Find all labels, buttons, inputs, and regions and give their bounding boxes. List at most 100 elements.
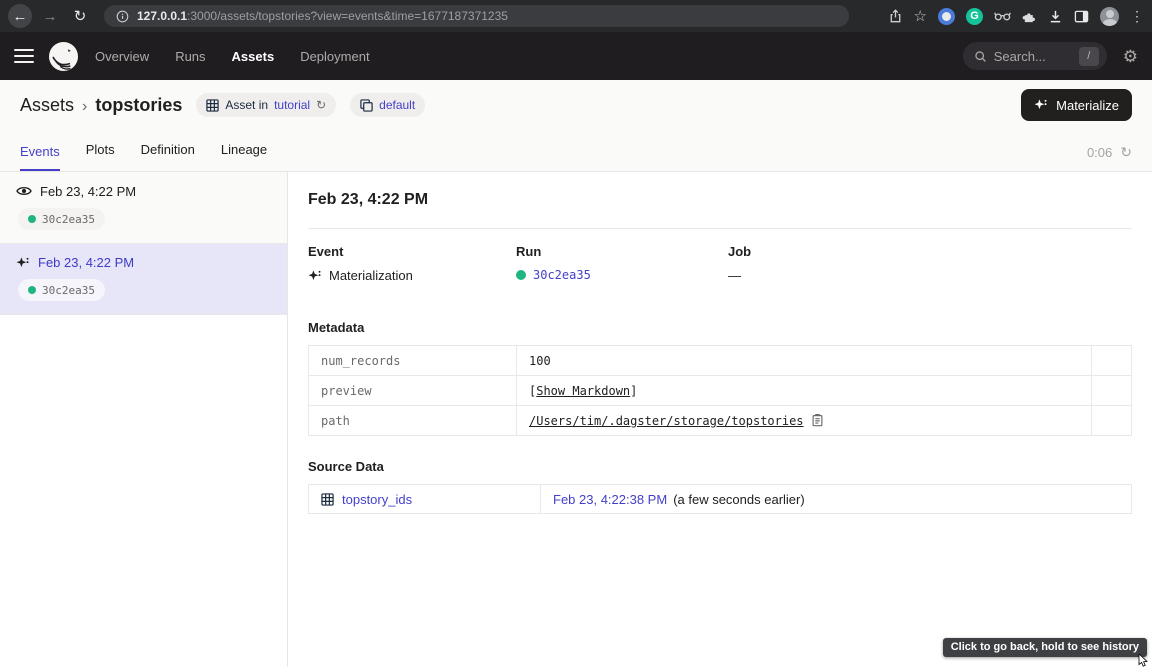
search-shortcut-badge: / <box>1079 47 1099 66</box>
site-info-icon[interactable] <box>116 10 129 23</box>
materialization-sparkle-icon <box>308 269 322 283</box>
metadata-extra-cell <box>1092 406 1132 436</box>
event-timestamp: Feb 23, 4:22 PM <box>40 184 136 199</box>
dagster-logo-icon[interactable] <box>48 41 79 72</box>
divider <box>308 228 1132 229</box>
tutorial-group-link[interactable]: tutorial <box>274 98 310 112</box>
search-icon <box>974 50 987 63</box>
eye-icon <box>16 183 32 199</box>
browser-menu-icon[interactable]: ⋮ <box>1130 8 1144 25</box>
materialize-button-label: Materialize <box>1056 98 1119 113</box>
password-extension-icon[interactable] <box>938 8 955 25</box>
nav-item-overview[interactable]: Overview <box>95 49 149 64</box>
browser-reload-button[interactable]: ↻ <box>68 4 92 28</box>
run-id-link[interactable]: 30c2ea35 <box>533 268 591 282</box>
browser-toolbar-icons: ☆ G ⋮ <box>888 7 1144 26</box>
source-data-table: topstory_ids Feb 23, 4:22:38 PM(a few se… <box>308 484 1132 514</box>
run-id-pill[interactable]: 30c2ea35 <box>18 208 105 230</box>
metadata-key: preview <box>309 376 517 406</box>
tab-plots[interactable]: Plots <box>86 142 115 171</box>
materialize-button[interactable]: Materialize <box>1021 89 1132 121</box>
source-time-cell: Feb 23, 4:22:38 PM(a few seconds earlier… <box>541 485 1132 514</box>
event-detail-panel: Feb 23, 4:22 PM Event Materialization Ru… <box>288 172 1152 667</box>
metadata-heading: Metadata <box>308 320 1132 335</box>
asset-page-header: Assets › topstories Asset in tutorial ↻ de… <box>0 80 1152 130</box>
metadata-extra-cell <box>1092 376 1132 406</box>
download-icon[interactable] <box>1048 9 1063 24</box>
primary-nav: Overview Runs Assets Deployment <box>95 49 370 64</box>
extensions-puzzle-icon[interactable] <box>1022 9 1037 24</box>
tab-lineage[interactable]: Lineage <box>221 142 267 171</box>
url-host: 127.0.0.1 <box>137 9 187 23</box>
source-time-link[interactable]: Feb 23, 4:22:38 PM <box>553 492 667 507</box>
side-panel-icon[interactable] <box>1074 9 1089 24</box>
table-row: path /Users/tim/.dagster/storage/topstor… <box>309 406 1132 436</box>
table-row: num_records 100 <box>309 346 1132 376</box>
browser-profile-avatar[interactable] <box>1100 7 1119 26</box>
bracket-close: ] <box>630 384 637 398</box>
event-timestamp: Feb 23, 4:22 PM <box>38 255 134 270</box>
copy-stack-icon <box>360 99 373 112</box>
url-text: 127.0.0.1:3000/assets/topstories?view=ev… <box>137 9 508 23</box>
share-icon[interactable] <box>888 9 903 24</box>
browser-address-bar[interactable]: 127.0.0.1:3000/assets/topstories?view=ev… <box>104 5 849 27</box>
job-value: — <box>728 268 741 283</box>
metadata-value: 100 <box>517 346 1092 376</box>
metadata-extra-cell <box>1092 346 1132 376</box>
app-navbar: Overview Runs Assets Deployment / ⚙ <box>0 32 1152 80</box>
run-status-dot <box>516 270 526 280</box>
source-asset-link[interactable]: topstory_ids <box>342 492 412 507</box>
nav-item-runs[interactable]: Runs <box>175 49 205 64</box>
code-location-badge[interactable]: default <box>350 93 425 117</box>
path-link[interactable]: /Users/tim/.dagster/storage/topstories <box>529 414 804 428</box>
nav-item-assets[interactable]: Assets <box>232 49 275 64</box>
nav-item-deployment[interactable]: Deployment <box>300 49 369 64</box>
hamburger-menu-icon[interactable] <box>14 49 34 64</box>
page-title: topstories <box>95 95 182 115</box>
table-row: topstory_ids Feb 23, 4:22:38 PM(a few se… <box>309 485 1132 514</box>
refresh-icon[interactable]: ↻ <box>1120 144 1132 161</box>
asset-tabs: Events Plots Definition Lineage 0:06 ↻ <box>0 130 1152 172</box>
default-location-link[interactable]: default <box>379 98 415 112</box>
run-field-label: Run <box>516 244 728 259</box>
event-list-item-materialization[interactable]: Feb 23, 4:22 PM 30c2ea35 <box>0 244 287 315</box>
badge-refresh-icon[interactable]: ↻ <box>316 98 326 112</box>
bookmark-star-icon[interactable]: ☆ <box>914 7 927 25</box>
mouse-cursor <box>1138 654 1150 667</box>
search-input[interactable] <box>994 49 1072 64</box>
event-type-value: Materialization <box>329 268 413 283</box>
browser-back-button[interactable]: ← <box>8 4 32 28</box>
timer-value: 0:06 <box>1087 145 1112 160</box>
url-path: :3000/assets/topstories?view=events&time… <box>187 9 508 23</box>
tab-events[interactable]: Events <box>20 144 60 171</box>
browser-chrome: ← → ↻ 127.0.0.1:3000/assets/topstories?v… <box>0 0 1152 32</box>
grammarly-extension-icon[interactable]: G <box>966 8 983 25</box>
breadcrumb: Assets › topstories <box>20 95 182 116</box>
run-status-dot <box>28 286 36 294</box>
event-list-item-observation[interactable]: Feb 23, 4:22 PM 30c2ea35 <box>0 172 287 244</box>
table-grid-icon <box>321 493 334 506</box>
metadata-key: num_records <box>309 346 517 376</box>
settings-gear-icon[interactable]: ⚙ <box>1123 48 1138 65</box>
goggles-extension-icon[interactable] <box>994 10 1011 22</box>
asset-group-badge[interactable]: Asset in tutorial ↻ <box>196 93 336 117</box>
copy-path-icon[interactable] <box>811 413 824 427</box>
run-id-label: 30c2ea35 <box>42 213 95 226</box>
breadcrumb-assets-link[interactable]: Assets <box>20 95 74 115</box>
global-search[interactable]: / <box>963 42 1107 70</box>
source-data-heading: Source Data <box>308 459 1132 474</box>
breadcrumb-separator: › <box>82 98 87 115</box>
job-field-label: Job <box>728 244 751 259</box>
sparkle-icon <box>1034 98 1048 112</box>
show-markdown-link[interactable]: Show Markdown <box>536 384 630 398</box>
table-row: preview [Show Markdown] <box>309 376 1132 406</box>
materialization-sparkle-icon <box>16 256 30 270</box>
event-summary-fields: Event Materialization Run 30c2ea35 Job — <box>308 244 1132 283</box>
run-id-label: 30c2ea35 <box>42 284 95 297</box>
browser-forward-button[interactable]: → <box>38 4 62 28</box>
run-status-dot <box>28 215 36 223</box>
tab-definition[interactable]: Definition <box>141 142 195 171</box>
run-id-pill[interactable]: 30c2ea35 <box>18 279 105 301</box>
event-detail-title: Feb 23, 4:22 PM <box>308 191 1132 209</box>
table-grid-icon <box>206 99 219 112</box>
